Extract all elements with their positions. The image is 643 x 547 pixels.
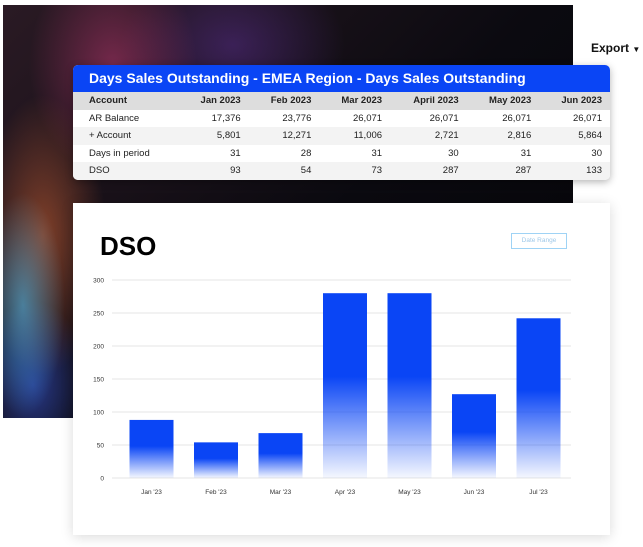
bar (516, 318, 561, 478)
table-cell: 5,801 (216, 130, 241, 142)
table-cell: 54 (300, 165, 312, 177)
column-header: Jan 2023 (200, 95, 241, 107)
table-cell: 31 (371, 147, 383, 159)
table-cell: Days in period (89, 147, 150, 159)
column-header: Account (89, 95, 127, 107)
x-tick-label: Feb '23 (205, 489, 227, 496)
caret-down-icon: ▼ (632, 45, 641, 54)
table-cell: 73 (371, 165, 383, 177)
table-cell: 26,071 (429, 112, 459, 124)
bar (258, 433, 303, 478)
table-cell: 26,071 (352, 112, 383, 124)
bar (194, 442, 238, 478)
dso-table-card: Days Sales Outstanding - EMEA Region - D… (73, 65, 610, 180)
table-cell: 30 (591, 147, 602, 159)
bar (387, 293, 432, 478)
table-cell: 31 (520, 147, 532, 159)
table-row: AR Balance 17,376 23,776 26,071 26,071 26,071… (73, 110, 610, 128)
table-cell: 17,376 (211, 112, 241, 124)
table-cell: 287 (515, 165, 532, 177)
x-tick-label: Jul '23 (529, 489, 548, 496)
table-cell: 30 (448, 147, 459, 159)
bar (452, 394, 496, 478)
table-cell: 2,816 (507, 130, 532, 142)
table-row: DSO 93 54 73 287 287 133 (73, 162, 610, 180)
x-tick-label: May '23 (398, 489, 421, 496)
table-cell: DSO (89, 165, 110, 177)
table-row: + Account 5,801 12,271 11,006 2,721 2,816 5,86… (73, 127, 610, 145)
bar (129, 419, 174, 478)
dso-table: Account Jan 2023 Feb 2023 Mar 2023 April 202… (73, 92, 610, 180)
y-tick-label: 200 (93, 344, 104, 351)
column-header: Mar 2023 (341, 95, 383, 107)
table-title: Days Sales Outstanding - EMEA Region - D… (73, 65, 610, 92)
dso-chart-card: DSO Date Range 0 50 100 150 200 250 300 Jan '23… (73, 203, 610, 535)
table-cell: + Account (89, 130, 131, 142)
table-cell: 2,721 (434, 130, 459, 142)
table-row: Days in period 31 28 31 30 31 30 (73, 145, 610, 163)
y-tick-label: 50 (97, 443, 105, 450)
column-header: May 2023 (489, 95, 532, 107)
export-button[interactable]: Export ▼ (591, 41, 640, 55)
x-tick-label: Apr '23 (335, 489, 356, 496)
table-cell: 26,071 (502, 112, 532, 124)
table-cell: 287 (442, 165, 459, 177)
table-cell: 11,006 (353, 130, 383, 142)
table-cell: 31 (230, 147, 241, 159)
table-cell: 5,864 (578, 130, 602, 142)
table-cell: 28 (300, 147, 312, 159)
bar (323, 293, 367, 478)
y-tick-label: 300 (93, 278, 104, 285)
table-cell: 12,271 (282, 130, 312, 142)
column-header: April 2023 (413, 95, 459, 107)
x-tick-label: Mar '23 (270, 489, 292, 496)
table-cell: 26,071 (572, 112, 602, 124)
y-tick-label: 250 (93, 311, 104, 318)
table-cell: 23,776 (282, 112, 312, 124)
column-header: Feb 2023 (270, 95, 312, 107)
table-header-row: Account Jan 2023 Feb 2023 Mar 2023 April 202… (73, 92, 610, 110)
table-cell: 133 (586, 165, 602, 177)
y-tick-label: 0 (100, 476, 104, 483)
dso-bar-chart: 0 50 100 150 200 250 300 Jan '23 Feb '23 Mar '23 A… (93, 278, 571, 496)
x-tick-label: Jun '23 (464, 489, 485, 496)
table-cell: 93 (230, 165, 241, 177)
column-header: Jun 2023 (561, 95, 602, 107)
y-tick-label: 100 (93, 410, 104, 417)
table-cell: AR Balance (89, 112, 140, 124)
x-tick-label: Jan '23 (141, 489, 162, 496)
export-label: Export (591, 41, 630, 55)
y-tick-label: 150 (93, 377, 104, 384)
